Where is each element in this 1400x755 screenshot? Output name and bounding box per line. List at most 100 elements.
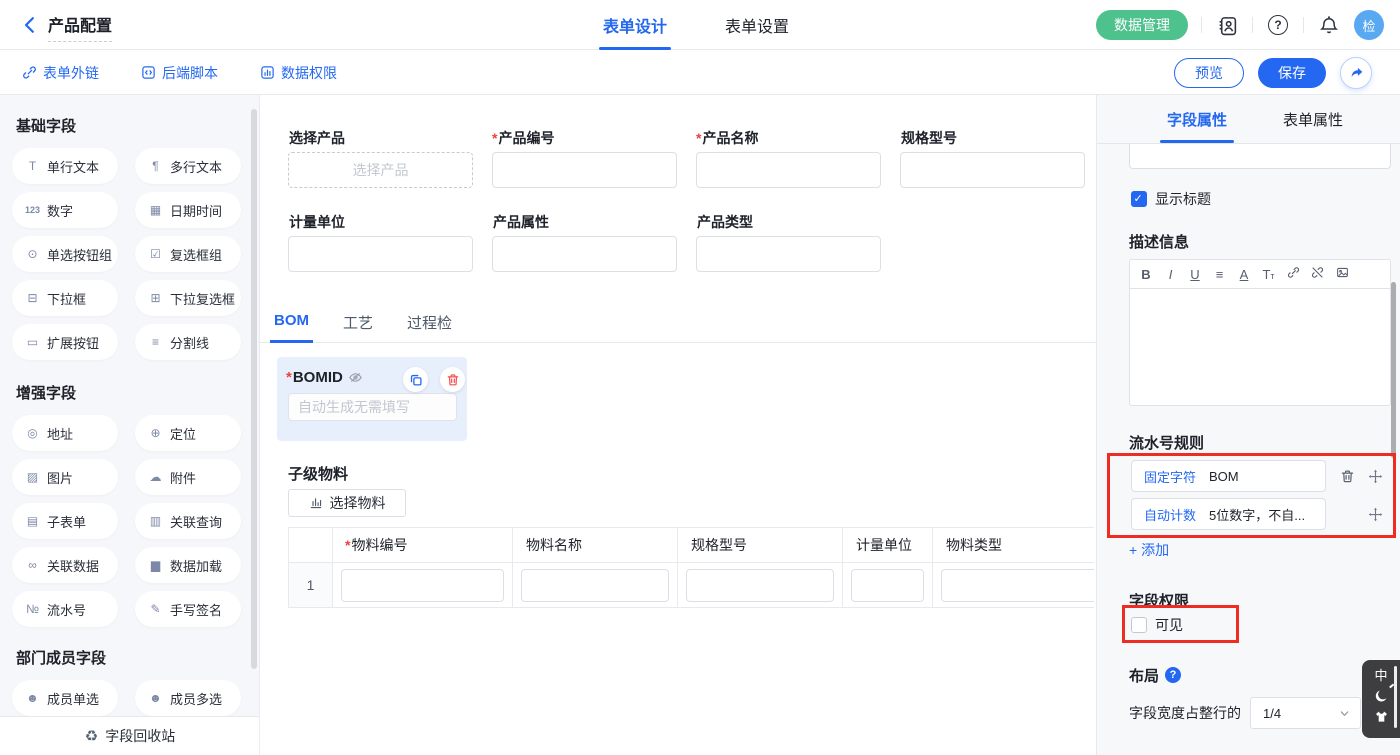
- notification-bell-icon[interactable]: [1317, 13, 1341, 37]
- select-product-button[interactable]: 选择产品: [288, 152, 473, 188]
- material-name-input[interactable]: [521, 569, 669, 602]
- product-type-input[interactable]: [696, 236, 881, 272]
- preview-button[interactable]: 预览: [1174, 58, 1244, 88]
- spec-model-input[interactable]: [900, 152, 1085, 188]
- field-serial-number[interactable]: №流水号: [12, 591, 118, 627]
- underline-icon[interactable]: U: [1188, 267, 1202, 282]
- tab-form-props[interactable]: 表单属性: [1283, 95, 1343, 143]
- subtable-title: 子级物料: [288, 463, 1096, 479]
- bold-icon[interactable]: B: [1139, 267, 1153, 282]
- save-button[interactable]: 保存: [1258, 58, 1326, 88]
- drag-move-icon[interactable]: [1368, 469, 1383, 484]
- field-address[interactable]: ◎地址: [12, 415, 118, 451]
- field-member-multi[interactable]: ☻成员多选: [135, 680, 241, 716]
- field-attachment[interactable]: ☁附件: [135, 459, 241, 495]
- field-image[interactable]: ▨图片: [12, 459, 118, 495]
- field-relation-query[interactable]: ▥关联查询: [135, 503, 241, 539]
- tab-form-design[interactable]: 表单设计: [603, 0, 667, 50]
- panel-scrollbar[interactable]: [1391, 282, 1396, 458]
- target-icon: ⊕: [148, 426, 163, 440]
- layout-help-icon[interactable]: ?: [1165, 667, 1181, 683]
- external-link-button[interactable]: 表单外链: [22, 50, 99, 95]
- align-icon[interactable]: ≡: [1213, 267, 1227, 282]
- italic-icon[interactable]: I: [1164, 267, 1178, 282]
- field-product-code: *产品编号: [492, 128, 677, 188]
- serial-rule-counter[interactable]: 自动计数 5位数字，不自...: [1131, 498, 1326, 530]
- field-recycle-bin[interactable]: ♻ 字段回收站: [0, 716, 260, 755]
- field-checkbox-group[interactable]: ☑复选框组: [135, 236, 241, 272]
- tab-process-check[interactable]: 过程检: [403, 312, 456, 342]
- field-divider[interactable]: ≡分割线: [135, 324, 241, 360]
- page-title[interactable]: 产品配置: [48, 12, 112, 42]
- field-dropdown[interactable]: ⊟下拉框: [12, 280, 118, 316]
- contacts-icon[interactable]: [1215, 13, 1239, 37]
- bomid-input[interactable]: 自动生成无需填写: [288, 393, 457, 421]
- show-title-checkbox[interactable]: [1131, 191, 1147, 207]
- remove-link-icon[interactable]: [1311, 266, 1325, 282]
- pen-icon: ✎: [148, 602, 163, 616]
- field-title-input-partial[interactable]: [1129, 144, 1391, 169]
- tab-process[interactable]: 工艺: [339, 312, 377, 342]
- field-multi-dropdown[interactable]: ⊞下拉复选框: [135, 280, 241, 316]
- page-scrollbar[interactable]: [1394, 666, 1397, 728]
- field-extend-button[interactable]: ▭扩展按钮: [12, 324, 118, 360]
- serial-rule-title: 流水号规则: [1129, 432, 1400, 448]
- help-icon[interactable]: ?: [1266, 13, 1290, 37]
- visible-checkbox[interactable]: [1131, 617, 1147, 633]
- material-type-input[interactable]: [941, 569, 1094, 602]
- selected-field-bomid[interactable]: *BOMID 自动生成无需填写: [277, 357, 467, 441]
- field-member-single[interactable]: ☻成员单选: [12, 680, 118, 716]
- unit-input[interactable]: [288, 236, 473, 272]
- language-toggle-icon[interactable]: 中: [1374, 665, 1387, 684]
- font-size-icon[interactable]: T: [1262, 267, 1276, 282]
- field-geolocation[interactable]: ⊕定位: [135, 415, 241, 451]
- field-number[interactable]: 123数字: [12, 192, 118, 228]
- serial-rule-fixed[interactable]: 固定字符 BOM: [1131, 460, 1326, 492]
- insert-link-icon[interactable]: [1286, 266, 1300, 282]
- drag-move-icon[interactable]: [1368, 507, 1383, 522]
- single-line-text-icon: T: [25, 159, 40, 173]
- field-permission-title: 字段权限: [1129, 590, 1400, 606]
- backend-script-button[interactable]: 后端脚本: [141, 50, 218, 95]
- subtable-data-row: 1: [289, 563, 1095, 608]
- data-manage-button[interactable]: 数据管理: [1096, 10, 1188, 40]
- field-radio-group[interactable]: ⊙单选按钮组: [12, 236, 118, 272]
- add-rule-button[interactable]: + 添加: [1129, 540, 1169, 560]
- description-textarea[interactable]: [1129, 289, 1391, 406]
- dark-mode-moon-icon[interactable]: [1373, 688, 1390, 705]
- field-signature[interactable]: ✎手写签名: [135, 591, 241, 627]
- field-subform[interactable]: ▤子表单: [12, 503, 118, 539]
- field-data-load[interactable]: ▆数据加载: [135, 547, 241, 583]
- back-icon[interactable]: [20, 15, 40, 35]
- cloud-upload-icon: ☁: [148, 470, 163, 484]
- field-relation-data[interactable]: ∞关联数据: [12, 547, 118, 583]
- tab-field-props[interactable]: 字段属性: [1167, 95, 1227, 143]
- font-color-icon[interactable]: A: [1237, 267, 1251, 282]
- product-code-input[interactable]: [492, 152, 677, 188]
- sidebar-scrollbar[interactable]: [251, 109, 257, 669]
- product-attr-input[interactable]: [492, 236, 677, 272]
- field-datetime[interactable]: ▦日期时间: [135, 192, 241, 228]
- field-multi-line-text[interactable]: ¶多行文本: [135, 148, 241, 184]
- delete-rule-icon[interactable]: [1340, 469, 1355, 484]
- share-button[interactable]: [1340, 57, 1372, 89]
- field-single-line-text[interactable]: T单行文本: [12, 148, 118, 184]
- material-spec-input[interactable]: [686, 569, 834, 602]
- select-material-button[interactable]: 选择物料: [288, 489, 406, 517]
- material-code-input[interactable]: [341, 569, 504, 602]
- material-unit-input[interactable]: [851, 569, 924, 602]
- field-spec-model: 规格型号: [900, 128, 1085, 188]
- delete-field-button[interactable]: [440, 367, 465, 392]
- insert-image-icon[interactable]: [1335, 266, 1349, 282]
- relation-query-icon: ▥: [148, 514, 163, 528]
- theme-shirt-icon[interactable]: [1374, 709, 1389, 724]
- share-arrow-icon: [1349, 65, 1364, 80]
- copy-field-button[interactable]: [403, 367, 428, 392]
- user-avatar[interactable]: 检: [1354, 10, 1384, 40]
- tab-bom[interactable]: BOM: [270, 312, 313, 343]
- product-name-input[interactable]: [696, 152, 881, 188]
- tab-form-settings[interactable]: 表单设置: [725, 0, 789, 50]
- dropdown-icon: ⊟: [25, 291, 40, 305]
- data-permission-button[interactable]: 数据权限: [260, 50, 337, 95]
- field-width-select[interactable]: 1/4: [1250, 697, 1361, 729]
